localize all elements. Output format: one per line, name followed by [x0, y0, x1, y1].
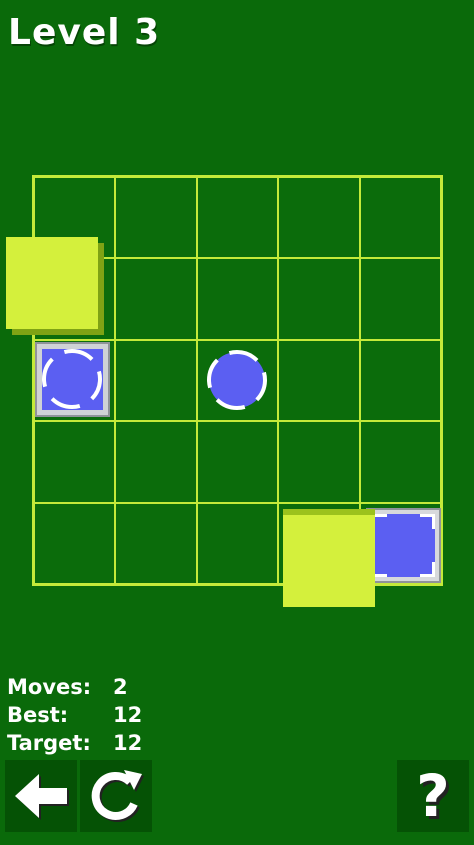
level-title: Level 3	[8, 12, 161, 53]
best-row: Best: 12	[7, 701, 142, 729]
board-cell[interactable]	[278, 421, 360, 503]
back-button[interactable]	[5, 760, 77, 832]
target-tile	[366, 508, 441, 583]
board-cell[interactable]	[115, 258, 197, 340]
board-cell[interactable]	[196, 177, 279, 259]
board-cell[interactable]	[278, 258, 360, 340]
best-label: Best:	[7, 703, 69, 727]
board-cell[interactable]	[278, 339, 360, 422]
board-cell[interactable]	[278, 177, 360, 259]
block-bottom-edge	[283, 509, 375, 515]
restart-icon	[91, 770, 144, 822]
help-label: ?	[416, 762, 450, 830]
board-cell[interactable]	[196, 258, 279, 340]
board-cell[interactable]	[359, 421, 441, 503]
target-row: Target: 12	[7, 729, 142, 757]
restart-button[interactable]	[80, 760, 152, 832]
board-cell[interactable]	[34, 421, 116, 503]
board-cell[interactable]	[359, 177, 441, 259]
left-arrow-icon	[15, 774, 69, 820]
target-tile-filled	[35, 342, 110, 417]
board-cell[interactable]	[115, 502, 197, 584]
board-cell[interactable]	[34, 502, 116, 584]
board-cell[interactable]	[115, 421, 197, 503]
moves-value: 2	[113, 675, 128, 699]
ball-on-target[interactable]	[39, 346, 105, 412]
board-cell[interactable]	[115, 339, 197, 422]
moves-label: Moves:	[7, 675, 92, 699]
stats-panel: Moves: 2 Best: 12 Target: 12	[7, 673, 142, 757]
help-button[interactable]: ?	[397, 760, 469, 832]
best-value: 12	[113, 703, 143, 727]
target-value: 12	[113, 731, 143, 755]
moves-row: Moves: 2	[7, 673, 142, 701]
board-cell[interactable]	[359, 339, 441, 422]
ball[interactable]	[204, 347, 270, 413]
block-left[interactable]	[6, 237, 98, 329]
block-bottom[interactable]	[283, 515, 375, 607]
target-corner	[420, 514, 435, 529]
target-corner	[420, 562, 435, 577]
board-cell[interactable]	[115, 177, 197, 259]
board-cell[interactable]	[359, 258, 441, 340]
target-label: Target:	[7, 731, 91, 755]
board-cell[interactable]	[196, 502, 279, 584]
board-cell[interactable]	[196, 421, 279, 503]
